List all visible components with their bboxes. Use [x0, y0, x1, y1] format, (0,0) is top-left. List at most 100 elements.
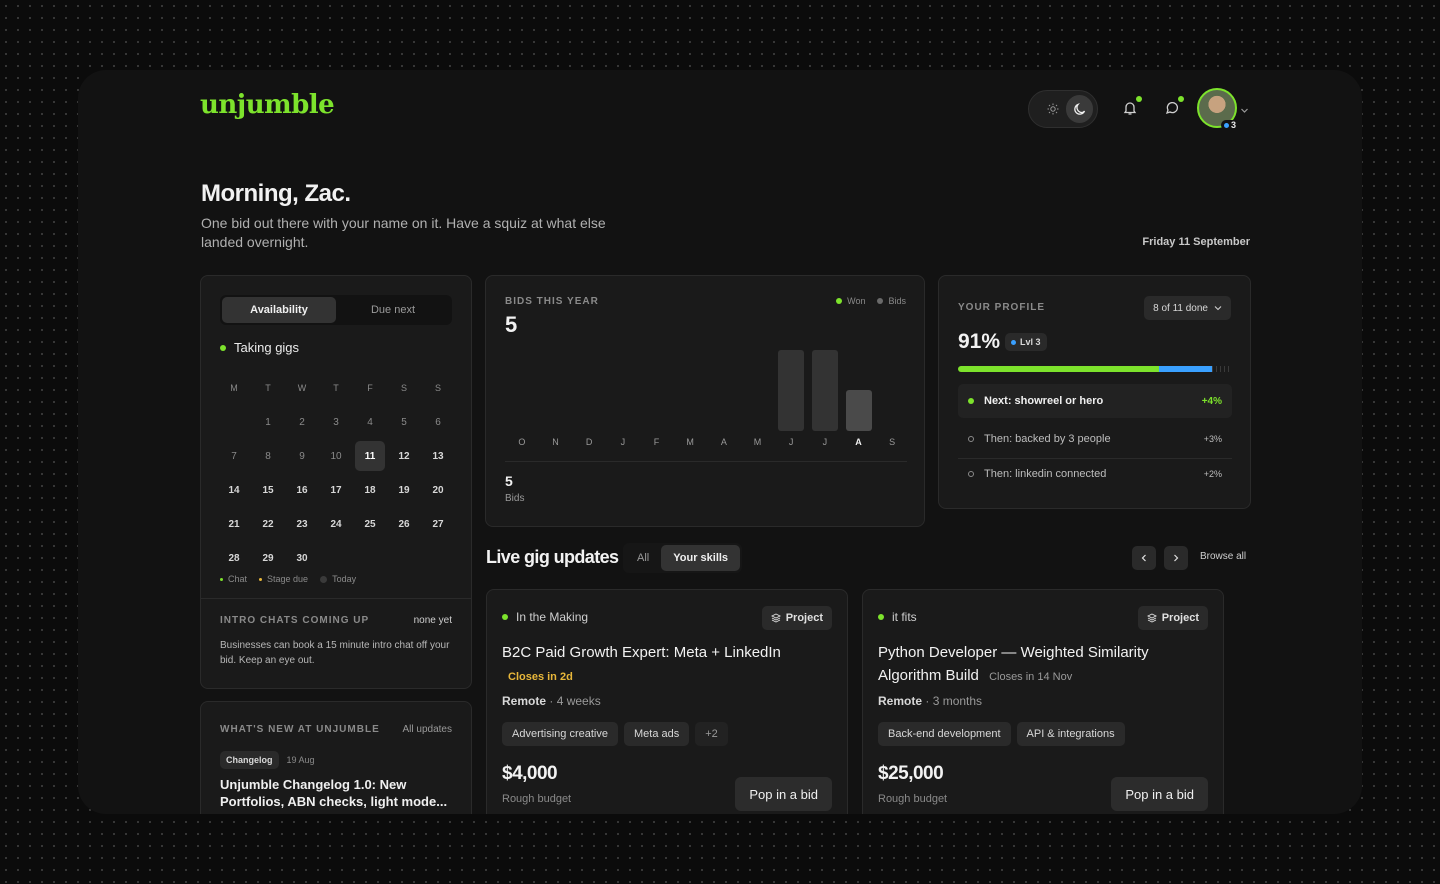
layers-icon	[770, 613, 781, 623]
calendar-day[interactable]: 16	[285, 473, 319, 507]
chart-bar[interactable]	[778, 350, 805, 431]
calendar-day[interactable]: 18	[353, 473, 387, 507]
project-type-badge: Project	[1137, 606, 1208, 630]
calendar-day[interactable]: 7	[217, 439, 251, 473]
profile-step[interactable]: Then: backed by 3 people +3%	[968, 433, 1222, 445]
avatar[interactable]: 3	[1197, 88, 1239, 130]
chart-month-label: D	[585, 437, 593, 447]
changelog-meta: Changelog 19 Aug	[220, 751, 315, 769]
calendar-day[interactable]: 27	[421, 507, 455, 541]
skill-tag[interactable]: Meta ads	[624, 722, 690, 746]
gig-budget: $4,000	[502, 763, 558, 784]
tab-availability[interactable]: Availability	[222, 297, 336, 323]
filter-all[interactable]: All	[625, 545, 661, 571]
skill-tag[interactable]: Advertising creative	[502, 722, 618, 746]
calendar-day[interactable]: 15	[251, 473, 285, 507]
gig-closes: Closes in 2d	[508, 671, 573, 683]
gig-meta: Remote · 3 months	[878, 694, 982, 708]
chart-month-label: N	[552, 437, 559, 447]
app-window: unjumble 3 Morning, Zac. One bid out the…	[78, 70, 1362, 814]
current-date: Friday 11 September	[1142, 236, 1250, 248]
calendar-day[interactable]: 29	[251, 541, 285, 575]
bids-footer-value: 5	[505, 473, 513, 489]
next-step[interactable]: Next: showreel or hero +4%	[958, 384, 1232, 418]
calendar-day[interactable]: 26	[387, 507, 421, 541]
more-tags[interactable]: +2	[695, 722, 728, 746]
gig-meta: Remote · 4 weeks	[502, 694, 601, 708]
progress-next	[1159, 366, 1212, 372]
all-updates-link[interactable]: All updates	[403, 724, 452, 735]
skill-tag[interactable]: Back-end development	[878, 722, 1011, 746]
weekday-label: S	[434, 383, 441, 393]
chart-bar[interactable]	[845, 390, 872, 431]
calendar-day-today[interactable]: 11	[353, 439, 387, 473]
filter-your-skills[interactable]: Your skills	[661, 545, 741, 571]
calendar-day[interactable]: 5	[387, 405, 421, 439]
calendar-day[interactable]: 4	[353, 405, 387, 439]
messages-icon[interactable]	[1160, 96, 1184, 120]
next-page-button[interactable]	[1164, 546, 1188, 570]
gig-card[interactable]: it fits Project Python Developer — Weigh…	[862, 589, 1224, 814]
calendar-day[interactable]: 1	[251, 405, 285, 439]
calendar-day[interactable]: 24	[319, 507, 353, 541]
progress-complete	[958, 366, 1159, 372]
calendar-day[interactable]: 19	[387, 473, 421, 507]
profile-title: YOUR PROFILE	[958, 302, 1046, 313]
gig-title[interactable]: Python Developer — Weighted Similarity A…	[878, 641, 1198, 689]
calendar-day[interactable]: 17	[319, 473, 353, 507]
calendar-day[interactable]: 3	[319, 405, 353, 439]
browse-all-link[interactable]: Browse all	[1200, 551, 1246, 562]
calendar-day[interactable]: 20	[421, 473, 455, 507]
sun-icon[interactable]	[1039, 95, 1066, 123]
calendar-day[interactable]: 30	[285, 541, 319, 575]
calendar-legend: Chat Stage due Today	[220, 574, 356, 584]
page-subtitle: One bid out there with your name on it. …	[201, 215, 606, 250]
chart-month-label: A	[720, 437, 727, 447]
profile-step[interactable]: Then: linkedin connected +2%	[968, 468, 1222, 480]
prev-page-button[interactable]	[1132, 546, 1156, 570]
calendar-day[interactable]: 25	[353, 507, 387, 541]
moon-icon[interactable]	[1066, 95, 1093, 123]
pop-in-a-bid-button[interactable]: Pop in a bid	[735, 777, 832, 811]
divider	[958, 458, 1232, 459]
legend-stage-due: Stage due	[259, 574, 308, 584]
profile-progress-bar	[958, 366, 1232, 372]
gig-duration: · 3 months	[925, 694, 983, 708]
changelog-headline[interactable]: Unjumble Changelog 1.0: New Portfolios, …	[220, 776, 460, 810]
legend-today: Today	[320, 574, 356, 584]
availability-status[interactable]: Taking gigs	[220, 340, 299, 355]
whats-new-card: WHAT'S NEW AT UNJUMBLE All updates Chang…	[200, 701, 472, 814]
pop-in-a-bid-button[interactable]: Pop in a bid	[1111, 777, 1208, 811]
notifications-bell-icon[interactable]	[1118, 96, 1142, 120]
skill-tag[interactable]: API & integrations	[1016, 722, 1125, 746]
calendar-day[interactable]: 21	[217, 507, 251, 541]
chevron-down-icon[interactable]	[1240, 102, 1249, 120]
step-gain: +3%	[1203, 434, 1222, 444]
notification-dot	[1136, 96, 1142, 102]
calendar-day[interactable]: 23	[285, 507, 319, 541]
theme-toggle[interactable]	[1028, 90, 1098, 128]
calendar-day[interactable]: 22	[251, 507, 285, 541]
calendar-day[interactable]: 12	[387, 439, 421, 473]
weekday-label: F	[367, 383, 373, 393]
calendar-day[interactable]: 14	[217, 473, 251, 507]
calendar-day[interactable]: 8	[251, 439, 285, 473]
gig-duration: · 4 weeks	[549, 694, 601, 708]
calendar-day[interactable]: 2	[285, 405, 319, 439]
bids-title: BIDS THIS YEAR	[505, 296, 599, 307]
calendar-day[interactable]: 28	[217, 541, 251, 575]
logo[interactable]: unjumble	[200, 90, 335, 120]
gig-title[interactable]: B2C Paid Growth Expert: Meta + LinkedIn …	[502, 641, 802, 689]
calendar-day[interactable]: 9	[285, 439, 319, 473]
chart-bar[interactable]	[811, 350, 838, 431]
availability-card: Availability Due next Taking gigs M T W …	[200, 275, 472, 689]
bids-footer-label: Bids	[505, 493, 525, 504]
calendar-day[interactable]: 10	[319, 439, 353, 473]
calendar-day[interactable]: 13	[421, 439, 455, 473]
gig-card[interactable]: In the Making Project B2C Paid Growth Ex…	[486, 589, 848, 814]
project-type-badge: Project	[761, 606, 832, 630]
profile-progress-dropdown[interactable]: 8 of 11 done	[1144, 296, 1231, 320]
tab-due-next[interactable]: Due next	[336, 297, 450, 323]
calendar-day[interactable]: 6	[421, 405, 455, 439]
level-badge: Lvl 3	[1005, 333, 1047, 351]
